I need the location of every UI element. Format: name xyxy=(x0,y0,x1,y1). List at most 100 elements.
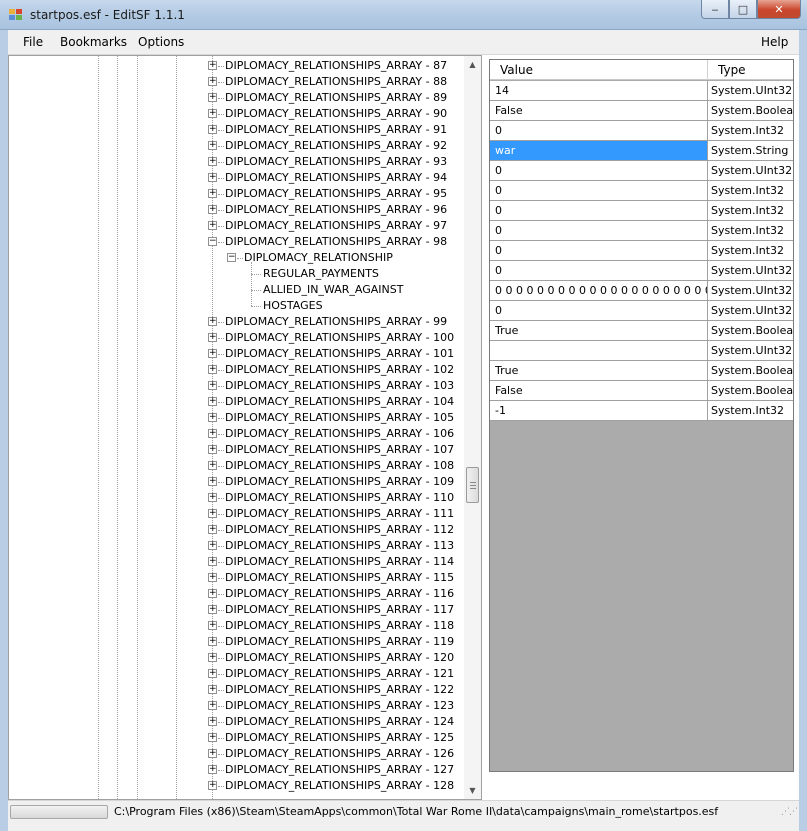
expand-icon[interactable]: + xyxy=(208,573,217,582)
expand-icon[interactable]: + xyxy=(208,157,217,166)
tree-node[interactable]: + DIPLOMACY_RELATIONSHIPS_ARRAY - 119 xyxy=(9,634,464,650)
scroll-thumb[interactable] xyxy=(466,467,479,503)
expand-icon[interactable]: + xyxy=(208,509,217,518)
expand-icon[interactable]: + xyxy=(208,461,217,470)
value-cell[interactable]: 0 xyxy=(490,121,708,140)
tree-node[interactable]: + DIPLOMACY_RELATIONSHIPS_ARRAY - 104 xyxy=(9,394,464,410)
expand-icon[interactable]: + xyxy=(208,397,217,406)
expand-icon[interactable]: + xyxy=(208,365,217,374)
expand-icon[interactable]: + xyxy=(208,125,217,134)
tree-node[interactable]: + DIPLOMACY_RELATIONSHIPS_ARRAY - 103 xyxy=(9,378,464,394)
tree-node[interactable]: + DIPLOMACY_RELATIONSHIPS_ARRAY - 93 xyxy=(9,154,464,170)
expand-icon[interactable]: + xyxy=(208,669,217,678)
tree-node[interactable]: + DIPLOMACY_RELATIONSHIPS_ARRAY - 124 xyxy=(9,714,464,730)
grid-row[interactable]: 0 System.Int32 xyxy=(490,201,793,221)
value-cell[interactable]: 0 xyxy=(490,201,708,220)
grid-row[interactable]: 14 System.UInt32 xyxy=(490,81,793,101)
expand-icon[interactable]: + xyxy=(208,429,217,438)
value-cell[interactable]: 0 xyxy=(490,181,708,200)
tree-node[interactable]: + DIPLOMACY_RELATIONSHIPS_ARRAY - 118 xyxy=(9,618,464,634)
tree-node[interactable]: + DIPLOMACY_RELATIONSHIPS_ARRAY - 88 xyxy=(9,74,464,90)
value-cell[interactable]: -1 xyxy=(490,401,708,420)
tree-node[interactable]: + DIPLOMACY_RELATIONSHIPS_ARRAY - 100 xyxy=(9,330,464,346)
expand-icon[interactable]: + xyxy=(208,333,217,342)
grid-row[interactable]: 0 System.Int32 xyxy=(490,121,793,141)
expand-icon[interactable]: + xyxy=(208,317,217,326)
value-cell[interactable]: 0 0 0 0 0 0 0 0 0 0 0 0 0 0 0 0 0 0 0 0 … xyxy=(490,281,708,300)
resize-grip-icon[interactable]: ⋰⋰ xyxy=(781,807,798,817)
column-header-value[interactable]: Value xyxy=(490,60,708,80)
expand-icon[interactable]: + xyxy=(208,541,217,550)
expand-icon[interactable]: + xyxy=(208,685,217,694)
value-cell[interactable]: 0 xyxy=(490,221,708,240)
expand-icon[interactable]: + xyxy=(208,637,217,646)
menu-bookmarks[interactable]: Bookmarks xyxy=(60,35,127,49)
grid-row[interactable]: False System.Boolean xyxy=(490,101,793,121)
tree-node[interactable]: + DIPLOMACY_RELATIONSHIPS_ARRAY - 127 xyxy=(9,762,464,778)
tree-node[interactable]: + DIPLOMACY_RELATIONSHIPS_ARRAY - 122 xyxy=(9,682,464,698)
tree-node[interactable]: + DIPLOMACY_RELATIONSHIPS_ARRAY - 121 xyxy=(9,666,464,682)
grid-row[interactable]: 0 System.Int32 xyxy=(490,221,793,241)
tree-node[interactable]: + DIPLOMACY_RELATIONSHIPS_ARRAY - 107 xyxy=(9,442,464,458)
tree-node[interactable]: + DIPLOMACY_RELATIONSHIPS_ARRAY - 117 xyxy=(9,602,464,618)
collapse-icon[interactable]: − xyxy=(208,237,217,246)
minimize-button[interactable]: ‒ xyxy=(701,0,729,19)
expand-icon[interactable]: + xyxy=(208,141,217,150)
tree-node[interactable]: + DIPLOMACY_RELATIONSHIPS_ARRAY - 111 xyxy=(9,506,464,522)
menu-help[interactable]: Help xyxy=(761,35,788,49)
grid-row[interactable]: True System.Boolean xyxy=(490,321,793,341)
tree-node[interactable]: + DIPLOMACY_RELATIONSHIPS_ARRAY - 87 xyxy=(9,58,464,74)
tree-node[interactable]: + DIPLOMACY_RELATIONSHIPS_ARRAY - 114 xyxy=(9,554,464,570)
tree-node[interactable]: + DIPLOMACY_RELATIONSHIPS_ARRAY - 90 xyxy=(9,106,464,122)
grid-row[interactable]: 0 System.UInt32 xyxy=(490,301,793,321)
expand-icon[interactable]: + xyxy=(208,765,217,774)
expand-icon[interactable]: + xyxy=(208,61,217,70)
tree-node[interactable]: + DIPLOMACY_RELATIONSHIPS_ARRAY - 102 xyxy=(9,362,464,378)
menu-file[interactable]: File xyxy=(23,35,43,49)
column-header-type[interactable]: Type xyxy=(708,60,793,80)
grid-row[interactable]: 0 System.UInt32 xyxy=(490,161,793,181)
expand-icon[interactable]: + xyxy=(208,413,217,422)
grid-row[interactable]: True System.Boolean xyxy=(490,361,793,381)
value-cell[interactable]: False xyxy=(490,381,708,400)
grid-row[interactable]: -1 System.Int32 xyxy=(490,401,793,421)
value-cell[interactable]: True xyxy=(490,361,708,380)
grid-row[interactable]: False System.Boolean xyxy=(490,381,793,401)
tree-node[interactable]: + DIPLOMACY_RELATIONSHIPS_ARRAY - 89 xyxy=(9,90,464,106)
expand-icon[interactable]: + xyxy=(208,173,217,182)
expand-icon[interactable]: + xyxy=(208,381,217,390)
tree-node[interactable]: + DIPLOMACY_RELATIONSHIPS_ARRAY - 97 xyxy=(9,218,464,234)
tree-node[interactable]: + DIPLOMACY_RELATIONSHIPS_ARRAY - 109 xyxy=(9,474,464,490)
tree-node[interactable]: + DIPLOMACY_RELATIONSHIPS_ARRAY - 128 xyxy=(9,778,464,794)
expand-icon[interactable]: + xyxy=(208,701,217,710)
expand-icon[interactable]: + xyxy=(208,93,217,102)
maximize-button[interactable]: □ xyxy=(729,0,757,19)
expand-icon[interactable]: + xyxy=(208,733,217,742)
tree-node[interactable]: + DIPLOMACY_RELATIONSHIPS_ARRAY - 106 xyxy=(9,426,464,442)
tree-node[interactable]: + DIPLOMACY_RELATIONSHIPS_ARRAY - 94 xyxy=(9,170,464,186)
grid-row[interactable]: 0 System.UInt32 xyxy=(490,261,793,281)
collapse-icon[interactable]: − xyxy=(227,253,236,262)
tree-scrollbar[interactable]: ▲ ▼ xyxy=(464,56,481,799)
scroll-up-arrow-icon[interactable]: ▲ xyxy=(464,56,481,73)
expand-icon[interactable]: + xyxy=(208,445,217,454)
tree-node[interactable]: + DIPLOMACY_RELATIONSHIPS_ARRAY - 113 xyxy=(9,538,464,554)
expand-icon[interactable]: + xyxy=(208,77,217,86)
grid-row[interactable]: 0 System.Int32 xyxy=(490,181,793,201)
tree-node[interactable]: + DIPLOMACY_RELATIONSHIPS_ARRAY - 120 xyxy=(9,650,464,666)
expand-icon[interactable]: + xyxy=(208,349,217,358)
tree-node[interactable]: + DIPLOMACY_RELATIONSHIPS_ARRAY - 108 xyxy=(9,458,464,474)
tree-leaf[interactable]: ALLIED_IN_WAR_AGAINST xyxy=(9,282,464,298)
expand-icon[interactable]: + xyxy=(208,557,217,566)
expand-icon[interactable]: + xyxy=(208,189,217,198)
tree-view[interactable]: + DIPLOMACY_RELATIONSHIPS_ARRAY - 87 + DIPL… xyxy=(8,55,482,800)
value-cell[interactable]: 0 xyxy=(490,261,708,280)
expand-icon[interactable]: + xyxy=(208,749,217,758)
tree-leaf[interactable]: HOSTAGES xyxy=(9,298,464,314)
tree-node[interactable]: + DIPLOMACY_RELATIONSHIPS_ARRAY - 112 xyxy=(9,522,464,538)
expand-icon[interactable]: + xyxy=(208,221,217,230)
value-cell[interactable]: war xyxy=(490,141,708,160)
grid-row[interactable]: 0 0 0 0 0 0 0 0 0 0 0 0 0 0 0 0 0 0 0 0 … xyxy=(490,281,793,301)
value-cell[interactable]: False xyxy=(490,101,708,120)
tree-node[interactable]: + DIPLOMACY_RELATIONSHIPS_ARRAY - 123 xyxy=(9,698,464,714)
